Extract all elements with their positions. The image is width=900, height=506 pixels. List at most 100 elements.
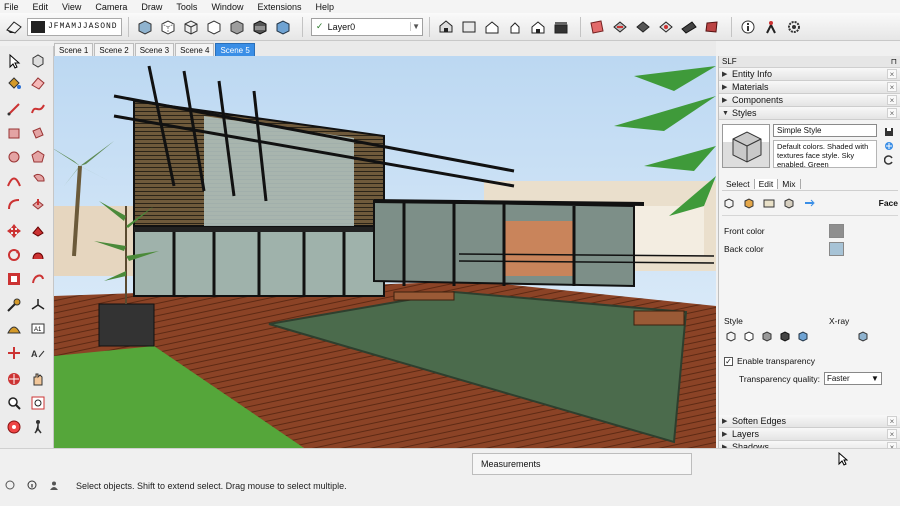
modeling-settings-icon[interactable] xyxy=(802,197,816,209)
close-icon[interactable]: × xyxy=(887,82,897,92)
face-settings-icon[interactable] xyxy=(742,197,756,209)
iso-view-icon[interactable] xyxy=(436,17,456,37)
axes-tool-icon[interactable] xyxy=(27,294,49,316)
xray-toggle-icon[interactable] xyxy=(856,330,870,342)
wireframe-icon[interactable] xyxy=(181,17,201,37)
line-tool-icon[interactable] xyxy=(3,98,25,120)
user-icon[interactable] xyxy=(48,479,60,491)
menu-edit[interactable]: Edit xyxy=(33,2,49,12)
measurements-box[interactable]: Measurements xyxy=(472,453,692,475)
edge-settings-icon[interactable] xyxy=(722,197,736,209)
three-point-arc-icon[interactable] xyxy=(3,194,25,216)
menu-tools[interactable]: Tools xyxy=(176,2,197,12)
panel-components[interactable]: ▶ Components × xyxy=(719,94,900,107)
tab-scene-3[interactable]: Scene 3 xyxy=(134,43,175,56)
scale-tool-icon[interactable] xyxy=(27,244,49,266)
monochrome-icon[interactable] xyxy=(273,17,293,37)
panel-layers[interactable]: ▶ Layers × xyxy=(719,428,900,441)
menu-draw[interactable]: Draw xyxy=(141,2,162,12)
protractor-icon[interactable] xyxy=(3,318,25,340)
zoom-tool-icon[interactable] xyxy=(3,392,25,414)
info-icon[interactable] xyxy=(26,479,38,491)
monochrome-style-icon[interactable] xyxy=(796,330,810,342)
close-icon[interactable]: × xyxy=(887,108,897,118)
orbit-tool-icon[interactable] xyxy=(3,342,25,364)
back-edges-icon[interactable] xyxy=(158,17,178,37)
left-view-icon[interactable] xyxy=(551,17,571,37)
hidden-line-icon[interactable] xyxy=(204,17,224,37)
push-pull-icon[interactable] xyxy=(27,194,49,216)
eraser-tool-icon[interactable] xyxy=(4,17,24,37)
rotated-rect-icon[interactable] xyxy=(27,122,49,144)
close-icon[interactable]: × xyxy=(887,95,897,105)
shaded-textures-icon[interactable] xyxy=(250,17,270,37)
watermark-settings-icon[interactable] xyxy=(782,197,796,209)
panel-soften-edges[interactable]: ▶ Soften Edges × xyxy=(719,415,900,428)
panel-materials[interactable]: ▶ Materials × xyxy=(719,81,900,94)
style-thumbnail[interactable] xyxy=(722,124,770,168)
tab-edit[interactable]: Edit xyxy=(754,178,779,189)
style-name-field[interactable]: Simple Style xyxy=(773,124,877,137)
wireframe-style-icon[interactable] xyxy=(724,330,738,342)
eraser-icon[interactable] xyxy=(27,72,49,94)
dimension-tool-icon[interactable] xyxy=(27,268,49,290)
extension-tool-icon[interactable] xyxy=(761,17,781,37)
menu-camera[interactable]: Camera xyxy=(95,2,127,12)
transparency-checkbox[interactable]: ✓ xyxy=(724,356,733,366)
geolocation-icon[interactable] xyxy=(4,479,16,491)
right-view-icon[interactable] xyxy=(505,17,525,37)
walk-tool-icon[interactable] xyxy=(27,416,49,438)
3d-text-icon[interactable]: A xyxy=(27,342,49,364)
pan-tool-icon[interactable] xyxy=(3,368,25,390)
circle-tool-icon[interactable] xyxy=(3,146,25,168)
quality-select[interactable]: Faster ▼ xyxy=(823,372,882,385)
panel-styles[interactable]: ▼ Styles × xyxy=(719,107,900,120)
text-tool-icon[interactable]: A1 xyxy=(27,318,49,340)
tab-scene-1[interactable]: Scene 1 xyxy=(54,43,94,56)
hand-tool-icon[interactable] xyxy=(27,368,49,390)
tab-scene-4[interactable]: Scene 4 xyxy=(175,43,215,56)
section-cut-icon[interactable] xyxy=(610,17,630,37)
follow-me-icon[interactable] xyxy=(27,220,49,242)
info-icon[interactable] xyxy=(738,17,758,37)
close-icon[interactable]: × xyxy=(887,69,897,79)
hidden-line-style-icon[interactable] xyxy=(742,330,756,342)
back-view-icon[interactable] xyxy=(528,17,548,37)
create-style-icon[interactable] xyxy=(883,140,895,152)
tab-scene-5[interactable]: Scene 5 xyxy=(215,43,255,56)
refresh-icon[interactable] xyxy=(883,154,895,166)
tab-mix[interactable]: Mix xyxy=(778,178,801,189)
freehand-tool-icon[interactable] xyxy=(27,98,49,120)
shaded-icon[interactable] xyxy=(227,17,247,37)
top-view-icon[interactable] xyxy=(459,17,479,37)
section-plane-icon[interactable] xyxy=(587,17,607,37)
paint-bucket-icon[interactable] xyxy=(3,72,25,94)
background-settings-icon[interactable] xyxy=(762,197,776,209)
layer-dropdown[interactable]: ✓ Layer0 ▼ xyxy=(310,17,423,36)
tab-select[interactable]: Select xyxy=(722,178,755,189)
tab-scene-2[interactable]: Scene 2 xyxy=(94,43,134,56)
tape-measure-icon[interactable] xyxy=(3,294,25,316)
rotate-tool-icon[interactable] xyxy=(3,244,25,266)
menu-extensions[interactable]: Extensions xyxy=(257,2,301,12)
rectangle-tool-icon[interactable] xyxy=(3,122,25,144)
move-tool-icon[interactable] xyxy=(3,220,25,242)
polygon-tool-icon[interactable] xyxy=(27,146,49,168)
zoom-extents-icon[interactable] xyxy=(3,416,25,438)
menu-help[interactable]: Help xyxy=(315,2,334,12)
chevron-down-icon[interactable]: ▼ xyxy=(409,22,422,31)
add-location-icon[interactable] xyxy=(679,17,699,37)
save-style-icon[interactable] xyxy=(883,126,895,138)
menu-view[interactable]: View xyxy=(62,2,81,12)
gear-icon[interactable] xyxy=(784,17,804,37)
close-icon[interactable]: × xyxy=(887,429,897,439)
front-view-icon[interactable] xyxy=(482,17,502,37)
warehouse-icon[interactable] xyxy=(702,17,722,37)
pie-tool-icon[interactable] xyxy=(27,170,49,192)
back-color-swatch[interactable] xyxy=(829,242,844,256)
display-section-icon[interactable] xyxy=(656,17,676,37)
component-tool-icon[interactable] xyxy=(27,50,49,72)
xray-style-icon[interactable] xyxy=(135,17,155,37)
offset-tool-icon[interactable] xyxy=(3,268,25,290)
close-icon[interactable]: × xyxy=(887,416,897,426)
